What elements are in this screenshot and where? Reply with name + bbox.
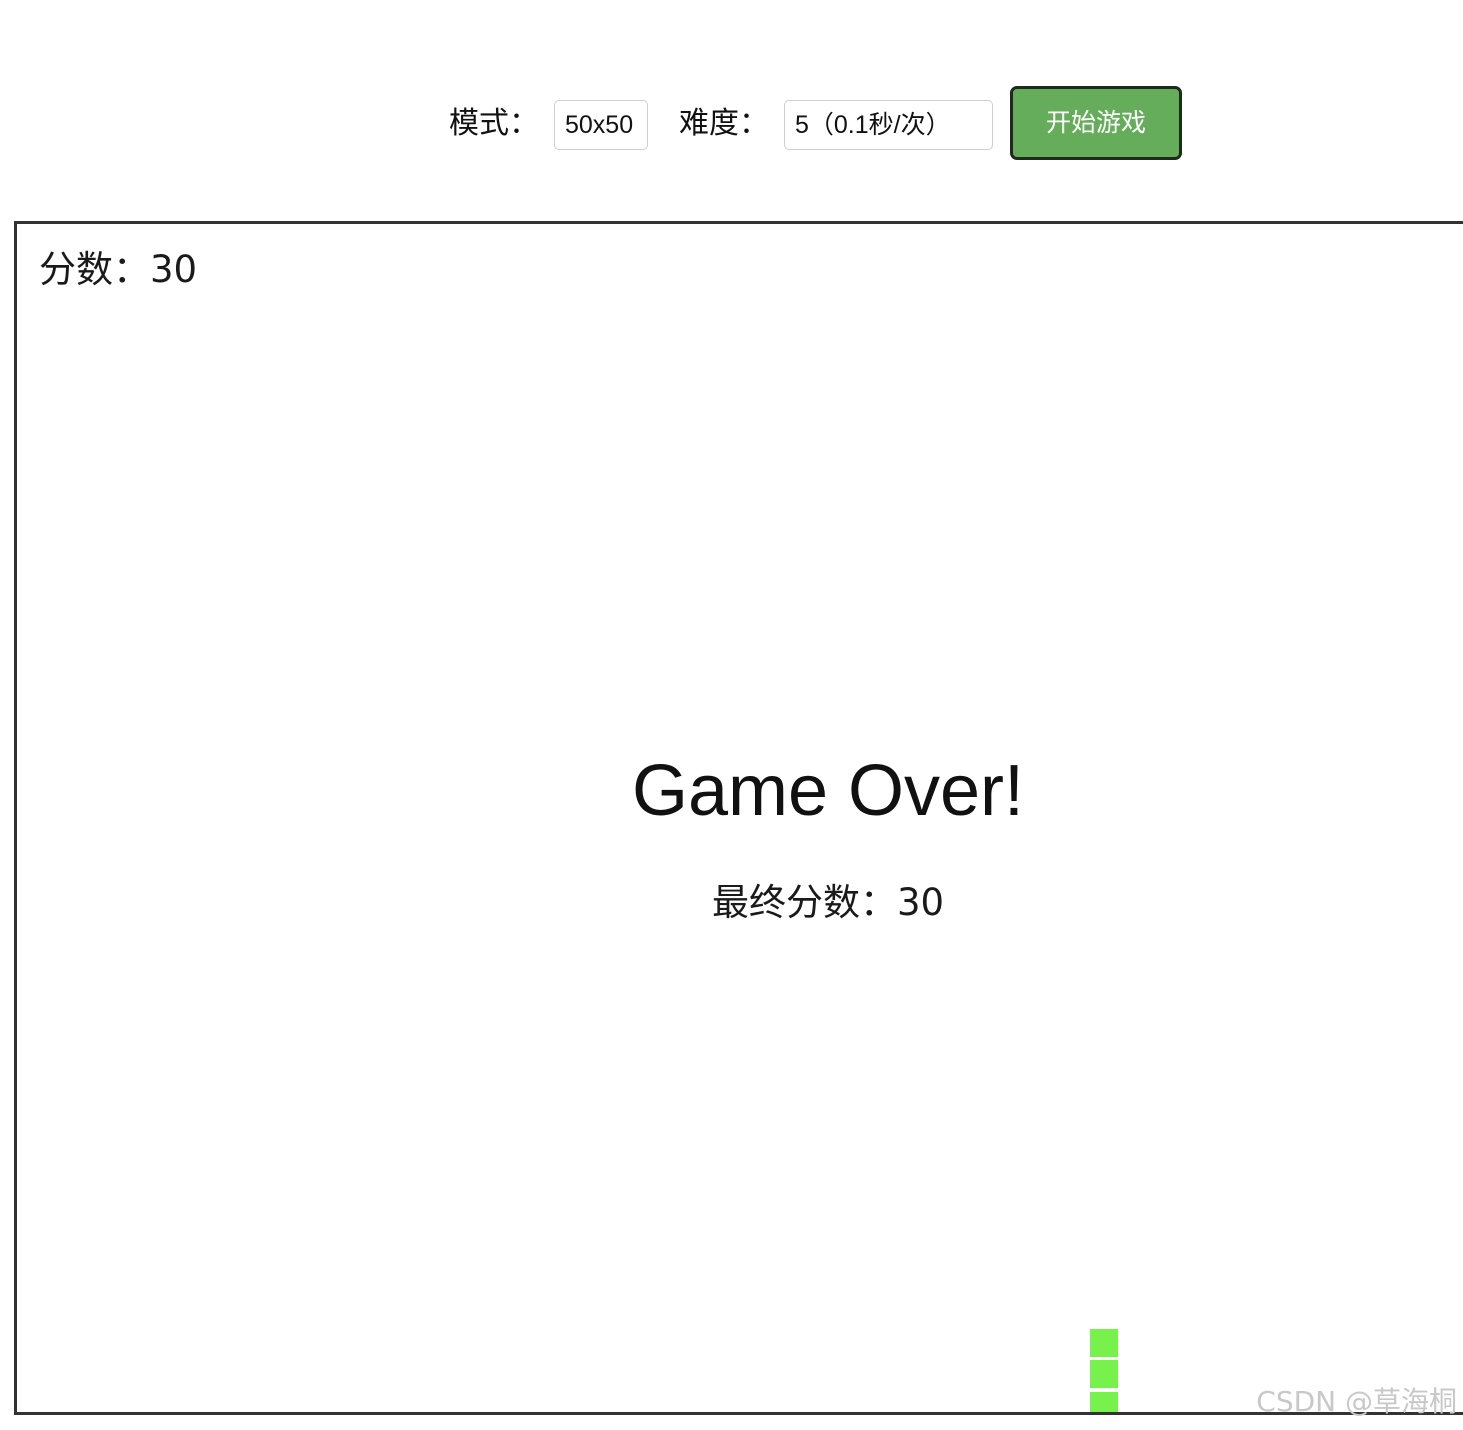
snake-segment bbox=[1090, 1391, 1118, 1412]
difficulty-select[interactable]: 5（0.1秒/次） bbox=[784, 100, 993, 150]
final-score-text: 最终分数：30 bbox=[711, 881, 945, 924]
game-over-title: Game Over! bbox=[631, 751, 1025, 831]
game-board: 分数：30 Game Over! 最终分数：30 bbox=[14, 221, 1463, 1415]
score-display: 分数：30 bbox=[39, 248, 198, 291]
watermark: CSDN @草海桐 bbox=[1256, 1385, 1457, 1418]
snake-segment bbox=[1090, 1328, 1118, 1357]
mode-label: 模式： bbox=[449, 106, 539, 141]
difficulty-label: 难度： bbox=[679, 106, 769, 141]
snake-segment bbox=[1090, 1360, 1118, 1388]
start-game-button[interactable]: 开始游戏 bbox=[1010, 86, 1182, 160]
control-bar: 模式： 50x50 难度： 5（0.1秒/次） 开始游戏 bbox=[0, 86, 1463, 160]
mode-select[interactable]: 50x50 bbox=[554, 100, 648, 150]
